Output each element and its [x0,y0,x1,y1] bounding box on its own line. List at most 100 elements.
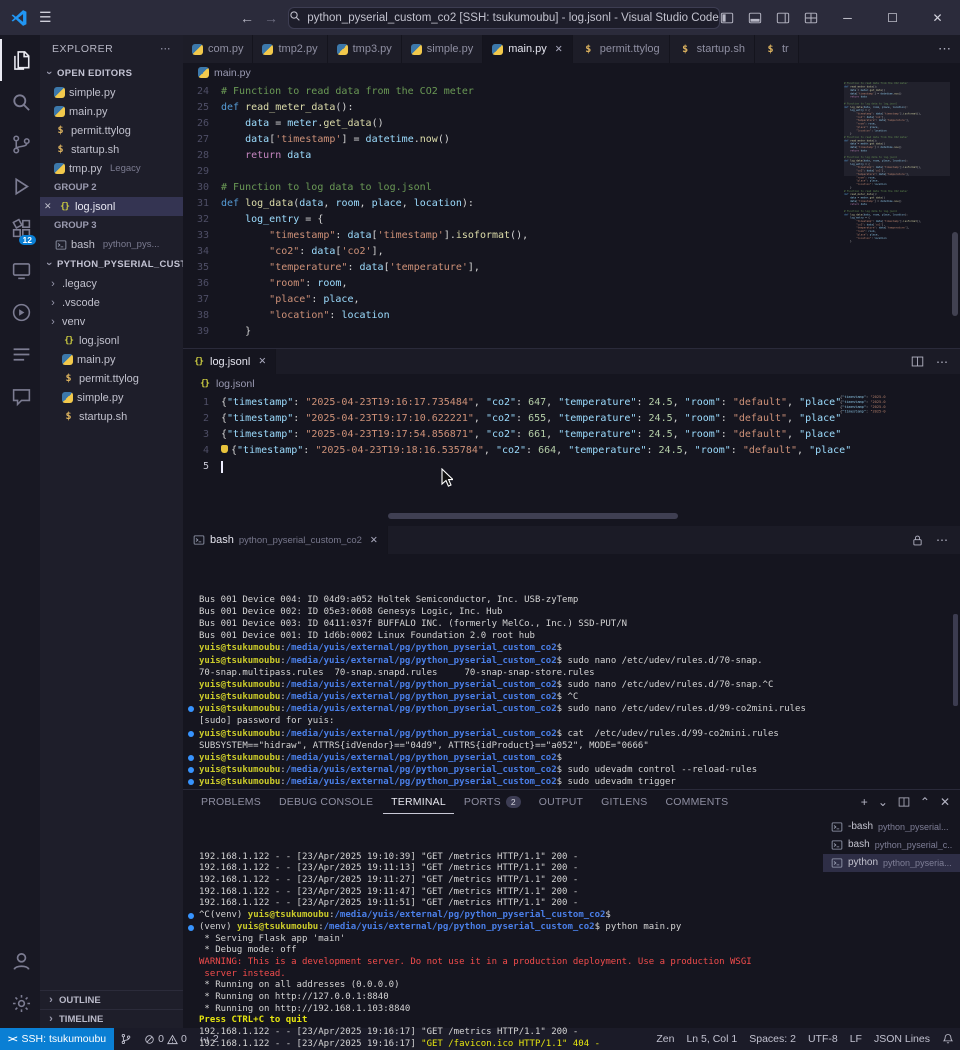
panel-tab-terminal[interactable]: TERMINAL [383,790,454,814]
tree-item[interactable]: ›.vscode [40,293,183,312]
comments-icon[interactable] [0,375,40,417]
account-icon[interactable] [0,940,40,982]
toggle-sidebar-icon[interactable] [713,0,741,35]
notifications-bell[interactable] [936,1033,960,1045]
tree-item[interactable]: $permit.ttylog [40,369,183,388]
close-icon[interactable]: ✕ [258,356,266,367]
more-actions-icon[interactable]: ⋯ [160,43,171,55]
tab-tmp3.py[interactable]: tmp3.py [328,35,402,63]
tree-item[interactable]: ›.legacy [40,274,183,293]
tree-item[interactable]: {}log.jsonl [40,331,183,350]
code-token: , [341,278,347,289]
run-debug-icon[interactable] [0,165,40,207]
code-token: 192.168.1.122 - - [23/Apr/2025 19:10:39]… [199,852,578,862]
panel-tab-output[interactable]: OUTPUT [531,790,591,814]
remote-explorer-icon[interactable] [0,249,40,291]
git-branch-indicator[interactable] [114,1028,138,1050]
close-icon[interactable]: ✕ [44,201,54,212]
tab-main.py[interactable]: main.py✕ [483,35,573,63]
close-icon[interactable]: ✕ [370,535,378,546]
back-icon[interactable]: ← [240,10,254,26]
minimap[interactable]: # Function to read data from the CO2 met… [844,82,950,348]
breadcrumb[interactable]: main.py [183,63,960,82]
outline-view-icon[interactable] [0,333,40,375]
jsonl-editor-group: {} log.jsonl ✕ ⋯ {} log.jsonl 12345 {"ti… [183,348,960,520]
tree-item[interactable]: ›venv [40,312,183,331]
open-editor-item[interactable]: bashpython_pys... [40,235,183,254]
new-terminal-icon[interactable]: + [861,795,868,809]
extensions-icon[interactable]: 12 [0,207,40,249]
tab-simple.py[interactable]: simple.py [402,35,483,63]
folder-root[interactable]: › PYTHON_PYSERIAL_CUST... [40,254,183,274]
close-panel-icon[interactable]: ✕ [940,795,950,809]
menu-icon[interactable]: ☰ [39,9,52,26]
tab-bash-terminal[interactable]: bash python_pyserial_custom_co2 ✕ [183,526,388,554]
panel-tab-gitlens[interactable]: GITLENS [593,790,655,814]
more-actions-icon[interactable]: ⋯ [936,355,948,369]
split-editor-icon[interactable] [911,355,924,368]
tab-tr[interactable]: $tr [755,35,799,63]
tab-tmp2.py[interactable]: tmp2.py [253,35,327,63]
open-editor-item[interactable]: $startup.sh [40,140,183,159]
close-button[interactable]: ✕ [915,0,960,35]
open-editor-item[interactable]: ✕{}log.jsonl [40,197,183,216]
toggle-secondary-sidebar-icon[interactable] [769,0,797,35]
breadcrumb-item[interactable]: main.py [214,67,251,79]
customize-layout-icon[interactable] [797,0,825,35]
tab-log-jsonl[interactable]: {} log.jsonl ✕ [183,349,276,374]
split-terminal-icon[interactable] [898,796,910,808]
terminal-session-bash[interactable]: bashpython_pyserial_c... [823,836,960,854]
search-icon[interactable] [0,81,40,123]
open-editor-item[interactable]: tmp.pyLegacy [40,159,183,178]
code-token: ): [905,213,908,216]
panel-tab-problems[interactable]: PROBLEMS [193,790,269,814]
remote-indicator[interactable]: >< SSH: tsukumoubu [0,1028,114,1050]
forward-icon[interactable]: → [264,10,278,26]
terminal-session-bash[interactable]: -bashpython_pyserial... [823,818,960,836]
jsonl-breadcrumb[interactable]: {} log.jsonl [183,374,960,393]
terminal-session-python[interactable]: pythonpython_pyseria... [823,854,960,872]
source-control-icon[interactable] [0,123,40,165]
maximize-button[interactable]: ☐ [870,0,915,35]
tree-item[interactable]: $startup.sh [40,407,183,426]
editor-scrollbar[interactable] [952,232,958,316]
explorer-icon[interactable] [0,39,40,81]
code-token: place [323,294,353,305]
close-icon[interactable]: ✕ [555,44,563,55]
timeline-section[interactable]: › TIMELINE [40,1009,183,1028]
toggle-panel-icon[interactable] [741,0,769,35]
horizontal-scrollbar[interactable] [183,512,960,520]
terminal-output-main[interactable]: 192.168.1.122 - - [23/Apr/2025 19:10:39]… [183,814,823,1050]
tree-item[interactable]: simple.py [40,388,183,407]
outline-section[interactable]: › OUTLINE [40,990,183,1009]
jsonl-editor[interactable]: 12345 {"timestamp": "2025-04-23T19:16:17… [183,393,960,512]
open-editor-item[interactable]: simple.py [40,83,183,102]
settings-icon[interactable] [0,982,40,1024]
status-item-json-lines[interactable]: JSON Lines [868,1033,936,1045]
tab-com.py[interactable]: com.py [183,35,253,63]
open-editor-item[interactable]: $permit.ttylog [40,121,183,140]
tab-permit.ttylog[interactable]: $permit.ttylog [573,35,670,63]
launch-profile-chevron-icon[interactable]: ⌄ [878,795,888,809]
panel-tab-ports[interactable]: PORTS2 [456,790,529,814]
scrollbar-thumb[interactable] [388,513,678,519]
open-editors-header[interactable]: › OPEN EDITORS [40,63,183,83]
title-bar: ☰ ← → python_pyserial_custom_co2 [SSH: t… [0,0,960,35]
live-share-icon[interactable] [0,291,40,333]
tree-item[interactable]: main.py [40,350,183,369]
terminal-output[interactable]: Bus 001 Device 004: ID 04d9:a052 Holtek … [183,554,960,789]
maximize-panel-icon[interactable]: ⌃ [920,795,930,809]
minimize-button[interactable]: ─ [825,0,870,35]
status-item-lf[interactable]: LF [844,1033,868,1045]
open-editor-item[interactable]: main.py [40,102,183,121]
code-editor[interactable]: 24252627282930313233343536373839 # Funct… [183,82,960,348]
command-center-search[interactable]: python_pyserial_custom_co2 [SSH: tsukumo… [288,7,720,29]
tab-overflow-button[interactable]: ⋯ [929,35,960,63]
panel-tab-debug-console[interactable]: DEBUG CONSOLE [271,790,381,814]
code-token: : [721,429,733,440]
panel-tab-comments[interactable]: COMMENTS [658,790,737,814]
lock-icon[interactable] [911,534,924,547]
more-actions-icon[interactable]: ⋯ [936,533,948,547]
breadcrumb-item[interactable]: log.jsonl [216,378,255,390]
tab-startup.sh[interactable]: $startup.sh [670,35,755,63]
